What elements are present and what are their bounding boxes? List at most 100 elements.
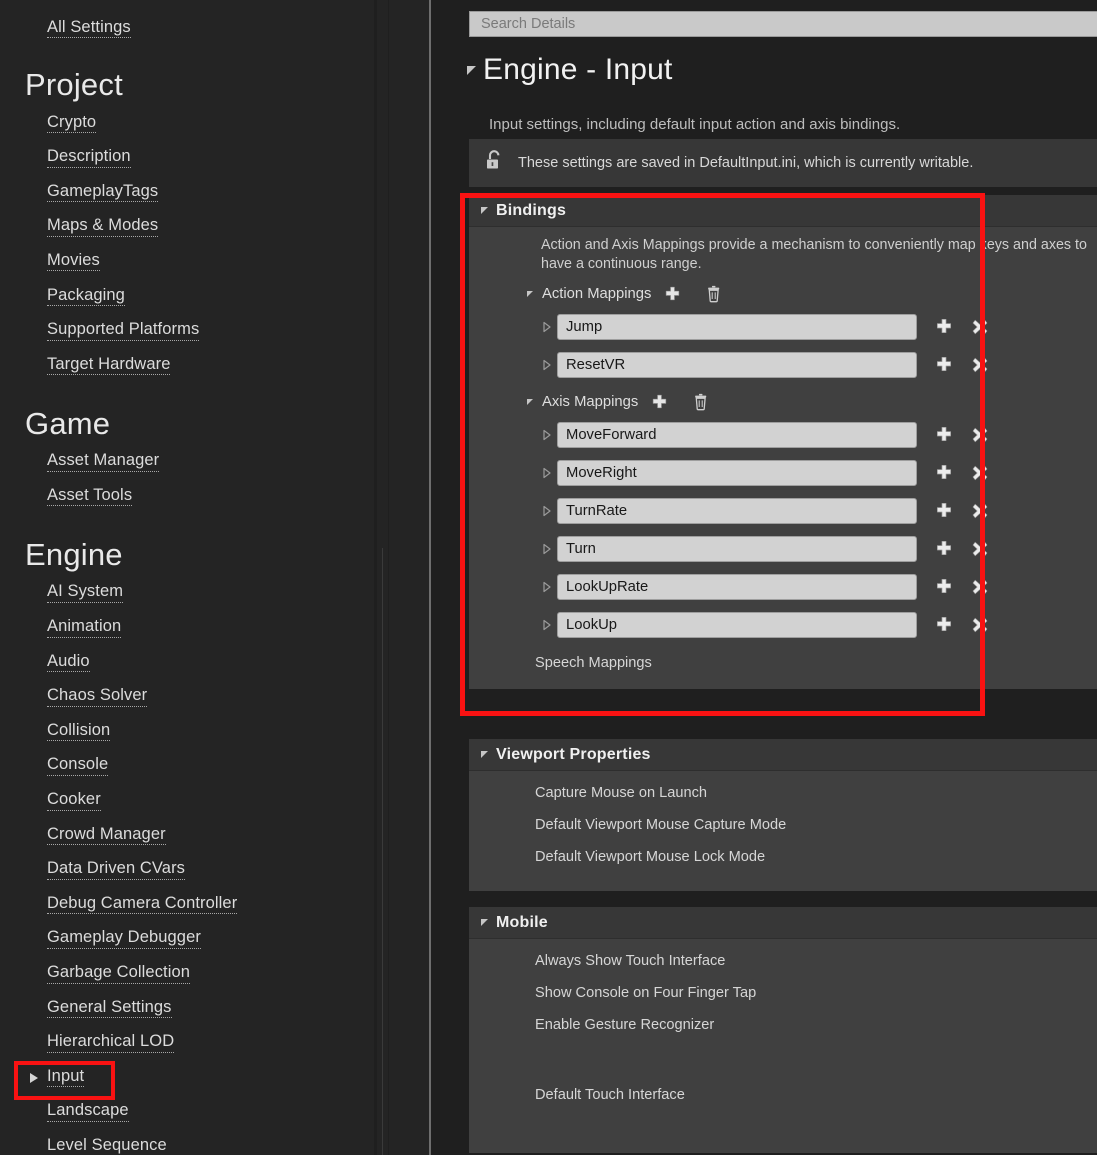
chevron-expanded-icon[interactable] [527, 291, 533, 297]
search-details-box[interactable] [469, 11, 1097, 37]
mapping-row-actions [935, 540, 989, 558]
row-add-binding-button[interactable] [935, 502, 953, 520]
bindings-description-line2: have a continuous range. [541, 256, 702, 272]
row-remove-binding-button[interactable] [971, 502, 989, 520]
row-expander-icon[interactable] [539, 359, 555, 371]
row-add-binding-button[interactable] [935, 318, 953, 336]
row-expander-icon[interactable] [539, 543, 555, 555]
row-add-binding-button[interactable] [935, 464, 953, 482]
sidebar-gutter [389, 0, 429, 1155]
bindings-description-line1: Action and Axis Mappings provide a mecha… [541, 237, 1087, 253]
sidebar-item-crowd-manager[interactable]: Crowd Manager [47, 826, 166, 846]
axis-mappings-rows: MoveForward MoveRight TurnRate Turn LookUpRa… [469, 416, 1097, 644]
row-add-binding-button[interactable] [935, 616, 953, 634]
row-remove-binding-button[interactable] [971, 616, 989, 634]
sidebar-item-maps-modes[interactable]: Maps & Modes [47, 217, 159, 237]
axis-mappings-add-button[interactable] [651, 394, 668, 411]
sidebar-item-console[interactable]: Console [47, 756, 109, 776]
sidebar-item-audio[interactable]: Audio [47, 653, 90, 673]
chevron-expanded-icon[interactable] [481, 207, 488, 214]
mapping-name-field[interactable]: TurnRate [557, 498, 917, 524]
sidebar-item-data-driven-cvars[interactable]: Data Driven CVars [47, 860, 186, 880]
sidebar-item-collision[interactable]: Collision [47, 722, 111, 742]
sidebar-item-description[interactable]: Description [47, 148, 131, 168]
unlock-icon [485, 149, 505, 178]
mapping-row: MoveRight [469, 454, 1097, 492]
row-expander-icon[interactable] [539, 505, 555, 517]
mobile-header[interactable]: Mobile [469, 907, 1097, 939]
action-mappings-rows: Jump ResetVR [469, 308, 1097, 384]
viewport-property-row[interactable]: Capture Mouse on Launch [469, 777, 1097, 809]
mapping-name-field[interactable]: MoveForward [557, 422, 917, 448]
row-remove-binding-button[interactable] [971, 540, 989, 558]
default-touch-interface-row[interactable]: Default Touch Interface [469, 1079, 1097, 1111]
chevron-expanded-icon[interactable] [481, 751, 488, 758]
row-expander-icon[interactable] [539, 429, 555, 441]
viewport-property-row[interactable]: Default Viewport Mouse Capture Mode [469, 809, 1097, 841]
row-remove-binding-button[interactable] [971, 578, 989, 596]
action-mappings-add-button[interactable] [664, 286, 681, 303]
speech-mappings-row[interactable]: Speech Mappings [469, 644, 1097, 681]
sidebar-item-asset-manager[interactable]: Asset Manager [47, 452, 160, 472]
row-remove-binding-button[interactable] [971, 464, 989, 482]
row-expander-icon[interactable] [539, 581, 555, 593]
row-expander-icon[interactable] [539, 467, 555, 479]
sidebar-item-asset-tools[interactable]: Asset Tools [47, 487, 133, 507]
row-remove-binding-button[interactable] [971, 426, 989, 444]
sidebar-item-cooker[interactable]: Cooker [47, 791, 101, 811]
sidebar-item-debug-camera-controller[interactable]: Debug Camera Controller [47, 895, 238, 915]
viewport-properties-category: Viewport Properties Capture Mouse on Lau… [469, 739, 1097, 891]
sidebar-item-gameplay-debugger[interactable]: Gameplay Debugger [47, 929, 201, 949]
sidebar-item-ai-system[interactable]: AI System [47, 583, 124, 603]
mapping-name-field[interactable]: LookUp [557, 612, 917, 638]
expander-arrow-icon[interactable] [30, 1072, 38, 1083]
mapping-row-actions [935, 578, 989, 596]
sidebar-item-input[interactable]: Input [47, 1068, 85, 1088]
sidebar-item-target-hardware[interactable]: Target Hardware [47, 356, 171, 376]
mapping-name-field[interactable]: LookUpRate [557, 574, 917, 600]
bindings-category-header[interactable]: Bindings [469, 195, 1097, 227]
sidebar-item-all-settings[interactable]: All Settings [47, 18, 131, 38]
chevron-expanded-icon[interactable] [467, 65, 476, 75]
sidebar-item-movies[interactable]: Movies [47, 252, 100, 272]
row-expander-icon[interactable] [539, 321, 555, 333]
sidebar-item-supported-platforms[interactable]: Supported Platforms [47, 321, 200, 341]
mobile-property-row[interactable]: Show Console on Four Finger Tap [469, 977, 1097, 1009]
sidebar-item-chaos-solver[interactable]: Chaos Solver [47, 687, 148, 707]
mobile-property-row[interactable]: Always Show Touch Interface [469, 945, 1097, 977]
mapping-name-field[interactable]: Jump [557, 314, 917, 340]
row-add-binding-button[interactable] [935, 578, 953, 596]
sidebar-item-general-settings[interactable]: General Settings [47, 999, 172, 1019]
mapping-row: LookUpRate [469, 568, 1097, 606]
mapping-row-actions [935, 464, 989, 482]
sidebar-item-gameplaytags[interactable]: GameplayTags [47, 183, 159, 203]
mapping-name-field[interactable]: MoveRight [557, 460, 917, 486]
sidebar-item-crypto[interactable]: Crypto [47, 114, 97, 134]
axis-mappings-label: Axis Mappings [542, 394, 639, 410]
chevron-expanded-icon[interactable] [527, 399, 533, 405]
search-input[interactable] [479, 15, 1097, 33]
viewport-property-row[interactable]: Default Viewport Mouse Lock Mode [469, 841, 1097, 873]
axis-mappings-delete-button[interactable] [693, 393, 709, 411]
mobile-title: Mobile [496, 913, 548, 931]
chevron-expanded-icon[interactable] [481, 919, 488, 926]
mobile-property-row[interactable]: Enable Gesture Recognizer [469, 1009, 1097, 1041]
sidebar-item-level-sequence[interactable]: Level Sequence [47, 1137, 167, 1155]
action-mappings-delete-button[interactable] [706, 285, 722, 303]
row-remove-binding-button[interactable] [971, 356, 989, 374]
sidebar-item-hierarchical-lod[interactable]: Hierarchical LOD [47, 1033, 175, 1053]
row-add-binding-button[interactable] [935, 356, 953, 374]
sidebar-item-animation[interactable]: Animation [47, 618, 122, 638]
sidebar-item-landscape[interactable]: Landscape [47, 1102, 129, 1122]
row-add-binding-button[interactable] [935, 540, 953, 558]
sidebar-item-packaging[interactable]: Packaging [47, 286, 125, 307]
row-remove-binding-button[interactable] [971, 318, 989, 336]
mapping-name-field[interactable]: ResetVR [557, 352, 917, 378]
sidebar-scrollbar-rail [382, 548, 383, 1155]
mobile-category: Mobile Always Show Touch Interface Show C… [469, 907, 1097, 1153]
viewport-properties-header[interactable]: Viewport Properties [469, 739, 1097, 771]
sidebar-item-garbage-collection[interactable]: Garbage Collection [47, 964, 191, 984]
row-add-binding-button[interactable] [935, 426, 953, 444]
mapping-name-field[interactable]: Turn [557, 536, 917, 562]
row-expander-icon[interactable] [539, 619, 555, 631]
